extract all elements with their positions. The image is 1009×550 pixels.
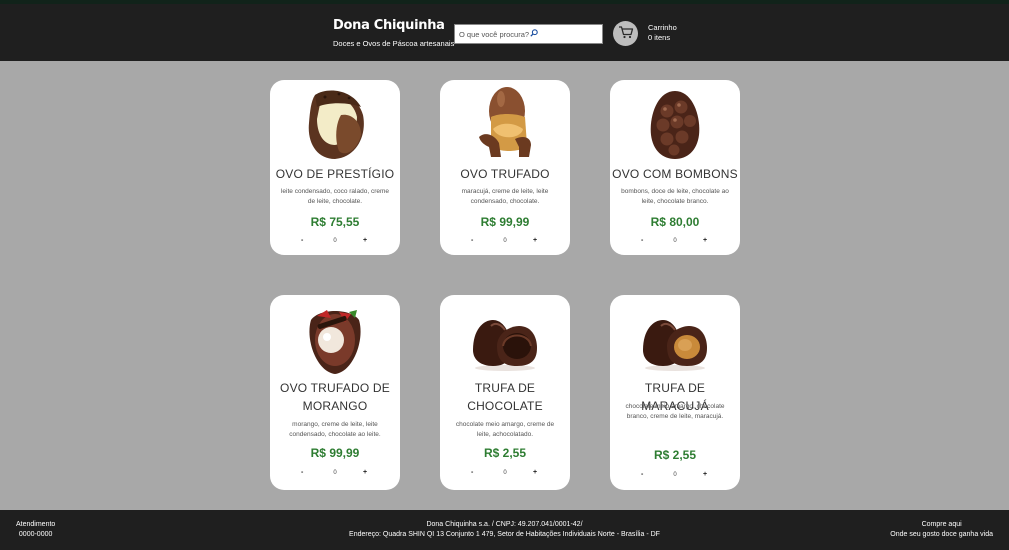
increase-quantity-button[interactable]: + <box>363 469 367 476</box>
increase-quantity-button[interactable]: + <box>533 469 537 476</box>
product-description: chocolate meio amargo, creme de leite, a… <box>455 421 555 438</box>
product-image-trufa-chocolate <box>440 300 570 374</box>
search-input[interactable]: O que você procura? <box>454 24 603 44</box>
quantity-value: 0 <box>503 238 507 244</box>
increase-quantity-button[interactable]: + <box>703 237 707 244</box>
product-title: OVO TRUFADO DE MORANGO <box>280 381 390 413</box>
product-title: OVO DE PRESTÍGIO <box>275 167 395 181</box>
increase-quantity-button[interactable]: + <box>363 237 367 244</box>
product-price: R$ 99,99 <box>480 215 530 229</box>
product-card: OVO DE PRESTÍGIO leite condensado, coco … <box>270 80 400 255</box>
product-image-ovo-trufado <box>440 85 570 159</box>
product-description: bombons, doce de leite, chocolate ao lei… <box>621 188 729 205</box>
product-image-ovo-bombons <box>610 85 740 159</box>
slogan-text: Onde seu gosto doce ganha vida <box>890 531 993 538</box>
increase-quantity-button[interactable]: + <box>533 237 537 244</box>
search-placeholder: O que você procura? <box>459 29 530 39</box>
company-name: Dona Chiquinha s.a. / CNPJ: 49.207.041/0… <box>426 521 583 528</box>
decrease-quantity-button[interactable]: - <box>641 471 643 478</box>
product-description: leite condensado, coco ralado, creme de … <box>280 188 390 205</box>
brand-subtitle: Doces e Ovos de Páscoa artesanais <box>333 39 455 48</box>
quantity-value: 0 <box>503 470 507 476</box>
company-info: Dona Chiquinha s.a. / CNPJ: 49.207.041/0… <box>0 520 1009 540</box>
product-title: TRUFA DE CHOCOLATE <box>467 381 543 413</box>
brand-name[interactable]: Dona Chiquinha <box>333 18 454 34</box>
product-description: chocolate meio amargo, chocolate branco,… <box>625 403 725 420</box>
product-price: R$ 2,55 <box>653 448 697 462</box>
product-image-trufa-maracuja <box>610 300 740 374</box>
product-image-ovo-prestigio <box>270 85 400 159</box>
cart-count: 0 itens <box>648 33 671 42</box>
product-description: morango, creme de leite, leite condensad… <box>289 421 381 438</box>
product-price: R$ 2,55 <box>483 446 527 460</box>
product-title: OVO TRUFADO <box>460 167 550 181</box>
decrease-quantity-button[interactable]: - <box>641 237 643 244</box>
increase-quantity-button[interactable]: + <box>703 471 707 478</box>
site-header: Dona Chiquinha Doces e Ovos de Páscoa ar… <box>0 0 1009 61</box>
decrease-quantity-button[interactable]: - <box>301 237 303 244</box>
cart-label: Carrinho <box>648 23 677 32</box>
product-price: R$ 75,55 <box>310 215 360 229</box>
decrease-quantity-button[interactable]: - <box>471 237 473 244</box>
search-icon[interactable] <box>530 29 538 39</box>
product-card: TRUFA DE CHOCOLATE chocolate meio amargo… <box>440 295 570 490</box>
company-address: Endereço: Quadra SHIN QI 13 Conjunto 1 4… <box>349 531 660 538</box>
product-card: OVO TRUFADO maracujá, creme de leite, le… <box>440 80 570 255</box>
product-title: OVO COM BOMBONS <box>612 167 738 181</box>
decrease-quantity-button[interactable]: - <box>301 469 303 476</box>
cart-summary[interactable]: Carrinho 0 itens <box>648 23 677 43</box>
product-image-ovo-trufado-morango <box>270 300 400 374</box>
slogan-info: Compre aqui Onde seu gosto doce ganha vi… <box>890 520 993 540</box>
decrease-quantity-button[interactable]: - <box>471 469 473 476</box>
product-description: maracujá, creme de leite, leite condensa… <box>461 188 549 205</box>
site-footer: Atendimento 0000-0000 Dona Chiquinha s.a… <box>0 510 1009 550</box>
quantity-value: 0 <box>333 470 337 476</box>
product-card: TRUFA DE MARACUJÁ chocolate meio amargo,… <box>610 295 740 490</box>
product-price: R$ 99,99 <box>310 446 360 460</box>
cart-icon <box>618 24 634 43</box>
product-card: OVO COM BOMBONS bombons, doce de leite, … <box>610 80 740 255</box>
slogan-title: Compre aqui <box>921 521 962 528</box>
brand[interactable]: Dona Chiquinha Doces e Ovos de Páscoa ar… <box>333 18 454 48</box>
product-price: R$ 80,00 <box>650 215 700 229</box>
cart-button[interactable] <box>613 21 638 46</box>
quantity-value: 0 <box>333 238 337 244</box>
product-card: OVO TRUFADO DE MORANGO morango, creme de… <box>270 295 400 490</box>
quantity-value: 0 <box>673 472 677 478</box>
quantity-value: 0 <box>673 238 677 244</box>
